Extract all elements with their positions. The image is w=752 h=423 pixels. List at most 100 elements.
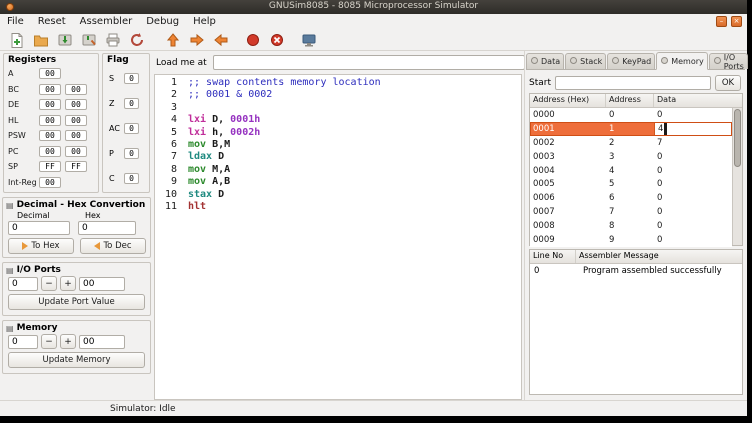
decimal-input[interactable] — [8, 221, 70, 235]
memory-row[interactable]: 000660 — [530, 191, 732, 205]
register-value[interactable]: 00 — [39, 130, 61, 141]
tab-keypad[interactable]: KeyPad — [607, 53, 655, 69]
line-number: 11 — [155, 201, 177, 213]
menu-help[interactable]: Help — [186, 14, 223, 29]
window-close-button[interactable]: × — [731, 16, 742, 27]
port-address-increment-button[interactable]: + — [60, 276, 76, 291]
cell-address-hex: 0006 — [530, 191, 606, 205]
io-ports-header[interactable]: ▤ I/O Ports — [3, 263, 150, 276]
clear-breakpoints-button[interactable] — [266, 30, 287, 50]
tab-stack[interactable]: Stack — [565, 53, 606, 69]
memory-row[interactable]: 000440 — [530, 164, 732, 178]
memory-row[interactable]: 000550 — [530, 177, 732, 191]
save-as-icon — [81, 32, 97, 48]
ok-button[interactable]: OK — [715, 75, 741, 91]
window-minimize-button[interactable]: – — [716, 16, 727, 27]
tab-data[interactable]: Data — [526, 53, 564, 69]
register-row: HL0000 — [4, 113, 98, 129]
scrollbar-thumb[interactable] — [734, 109, 741, 167]
flag-value[interactable]: 0 — [124, 73, 139, 84]
cell-data-editing[interactable]: 4 — [654, 122, 732, 136]
register-value[interactable]: 00 — [39, 146, 61, 157]
register-value[interactable]: FF — [65, 161, 87, 172]
flag-value[interactable]: 0 — [124, 173, 139, 184]
memory-value-input[interactable] — [79, 335, 125, 349]
hex-input[interactable] — [78, 221, 136, 235]
port-address-decrement-button[interactable]: − — [41, 276, 57, 291]
converter-title: Decimal - Hex Convertion — [17, 200, 146, 210]
reset-button[interactable] — [126, 30, 147, 50]
register-value[interactable]: 00 — [39, 177, 61, 188]
menu-file[interactable]: File — [0, 14, 31, 29]
update-port-value-button[interactable]: Update Port Value — [8, 294, 145, 310]
port-address-input[interactable] — [8, 277, 38, 291]
memory-address-input[interactable] — [8, 335, 38, 349]
menu-debug[interactable]: Debug — [139, 14, 186, 29]
right-notebook: DataStackKeyPadMemoryI/O Ports Start OK … — [524, 51, 745, 400]
flag-value[interactable]: 0 — [124, 148, 139, 159]
register-value[interactable]: 00 — [39, 99, 61, 110]
tab-memory[interactable]: Memory — [656, 52, 708, 70]
memory-row[interactable]: 000114 — [530, 122, 732, 136]
load-address-input[interactable] — [213, 55, 525, 70]
menu-assembler[interactable]: Assembler — [73, 14, 140, 29]
converter-header[interactable]: ▤ Decimal - Hex Convertion — [3, 198, 150, 211]
update-memory-button[interactable]: Update Memory — [8, 352, 145, 368]
assemble-button[interactable] — [162, 30, 183, 50]
cell-data: 7 — [654, 136, 732, 150]
save-file-button[interactable] — [54, 30, 75, 50]
app-window: GNUSim8085 - 8085 Microprocessor Simulat… — [0, 0, 747, 416]
memory-address-increment-button[interactable]: + — [60, 334, 76, 349]
register-value[interactable]: 00 — [65, 115, 87, 126]
memory-row[interactable]: 000880 — [530, 219, 732, 233]
start-address-input[interactable] — [555, 76, 711, 90]
register-value[interactable]: 00 — [65, 146, 87, 157]
to-hex-button[interactable]: To Hex — [8, 238, 74, 254]
flag-label: Z — [109, 99, 124, 108]
flag-value[interactable]: 0 — [124, 123, 139, 134]
register-value[interactable]: 00 — [39, 68, 61, 79]
code-line: 10stax D — [155, 189, 521, 201]
port-value-input[interactable] — [79, 277, 125, 291]
flag-label: AC — [109, 124, 124, 133]
cell-address: 0 — [606, 108, 654, 122]
code-editor[interactable]: 1;; swap contents memory location2;; 000… — [154, 74, 522, 400]
register-value[interactable]: 00 — [65, 130, 87, 141]
to-dec-button[interactable]: To Dec — [80, 238, 146, 254]
flag-value[interactable]: 0 — [124, 98, 139, 109]
cell-address-hex: 0009 — [530, 233, 606, 247]
register-value[interactable]: 00 — [39, 84, 61, 95]
register-value[interactable]: 00 — [65, 99, 87, 110]
registers-panel: Registers A00BC0000DE0000HL0000PSW0000PC… — [3, 53, 99, 193]
save-as-button[interactable] — [78, 30, 99, 50]
cell-data: 0 — [654, 108, 732, 122]
memory-table-header: Address (Hex)AddressData — [530, 94, 742, 108]
tab-i-o-ports[interactable]: I/O Ports — [709, 53, 748, 69]
memory-row[interactable]: 000000 — [530, 108, 732, 122]
memory-address-decrement-button[interactable]: − — [41, 334, 57, 349]
register-value[interactable]: FF — [39, 161, 61, 172]
memory-panel-header[interactable]: ▤ Memory — [3, 321, 150, 334]
statusbar: Simulator: Idle — [0, 400, 747, 416]
memory-row[interactable]: 000770 — [530, 205, 732, 219]
section-expander-icon: ▤ — [6, 266, 14, 275]
register-value[interactable]: 00 — [39, 115, 61, 126]
cell-address: 3 — [606, 150, 654, 164]
menu-reset[interactable]: Reset — [31, 14, 73, 29]
show-keypad-button[interactable] — [298, 30, 319, 50]
message-row[interactable]: 0Program assembled successfully — [530, 264, 742, 278]
print-button[interactable] — [102, 30, 123, 50]
new-file-button[interactable] — [6, 30, 27, 50]
memory-row[interactable]: 000227 — [530, 136, 732, 150]
memory-row[interactable]: 000330 — [530, 150, 732, 164]
toggle-breakpoint-button[interactable] — [242, 30, 263, 50]
register-value[interactable]: 00 — [65, 84, 87, 95]
step-back-button[interactable] — [210, 30, 231, 50]
code-line: 6mov B,M — [155, 139, 521, 151]
messages-header: Line NoAssembler Message — [530, 250, 742, 264]
open-file-button[interactable] — [30, 30, 51, 50]
memory-row[interactable]: 000990 — [530, 233, 732, 247]
cell-address: 9 — [606, 233, 654, 247]
memory-table-scrollbar[interactable] — [732, 108, 742, 245]
step-forward-button[interactable] — [186, 30, 207, 50]
